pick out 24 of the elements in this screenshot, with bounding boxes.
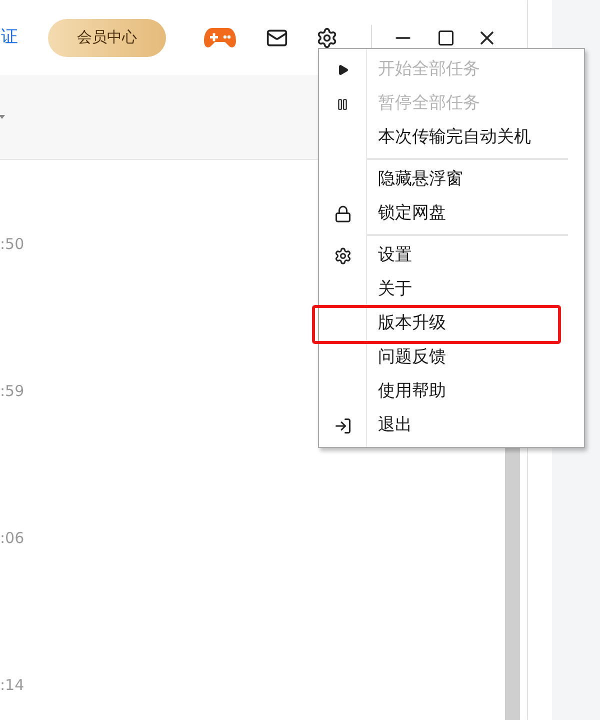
menu-item[interactable]: 设置 [319, 239, 584, 273]
vip-center-button[interactable]: 会员中心 [48, 18, 166, 56]
lock-icon [334, 205, 352, 223]
pause-icon [336, 98, 349, 110]
menu-item[interactable]: 问题反馈 [319, 341, 584, 375]
menu-item[interactable]: 使用帮助 [319, 375, 584, 409]
menu-item[interactable]: 锁定网盘 [319, 197, 584, 231]
exit-icon [334, 417, 352, 435]
time-text: :50 [0, 235, 24, 253]
menu-item[interactable]: 关于 [319, 273, 584, 307]
menu-item[interactable]: 本次传输完自动关机 [319, 121, 584, 155]
play-icon [336, 64, 348, 76]
settings-icon[interactable] [316, 26, 338, 48]
time-text: :14 [0, 676, 24, 694]
settings-icon [334, 247, 352, 265]
gamepad-icon[interactable] [204, 26, 236, 48]
verify-link[interactable]: 证 [1, 24, 44, 50]
caret-icon[interactable] [0, 115, 5, 119]
time-text: :59 [0, 382, 24, 400]
time-text: :06 [0, 529, 24, 547]
menu-item[interactable]: 版本升级 [319, 307, 584, 341]
menu-item[interactable]: 隐藏悬浮窗 [319, 163, 584, 197]
menu-item[interactable]: 退出 [319, 409, 584, 443]
maximize-icon[interactable] [436, 28, 456, 46]
